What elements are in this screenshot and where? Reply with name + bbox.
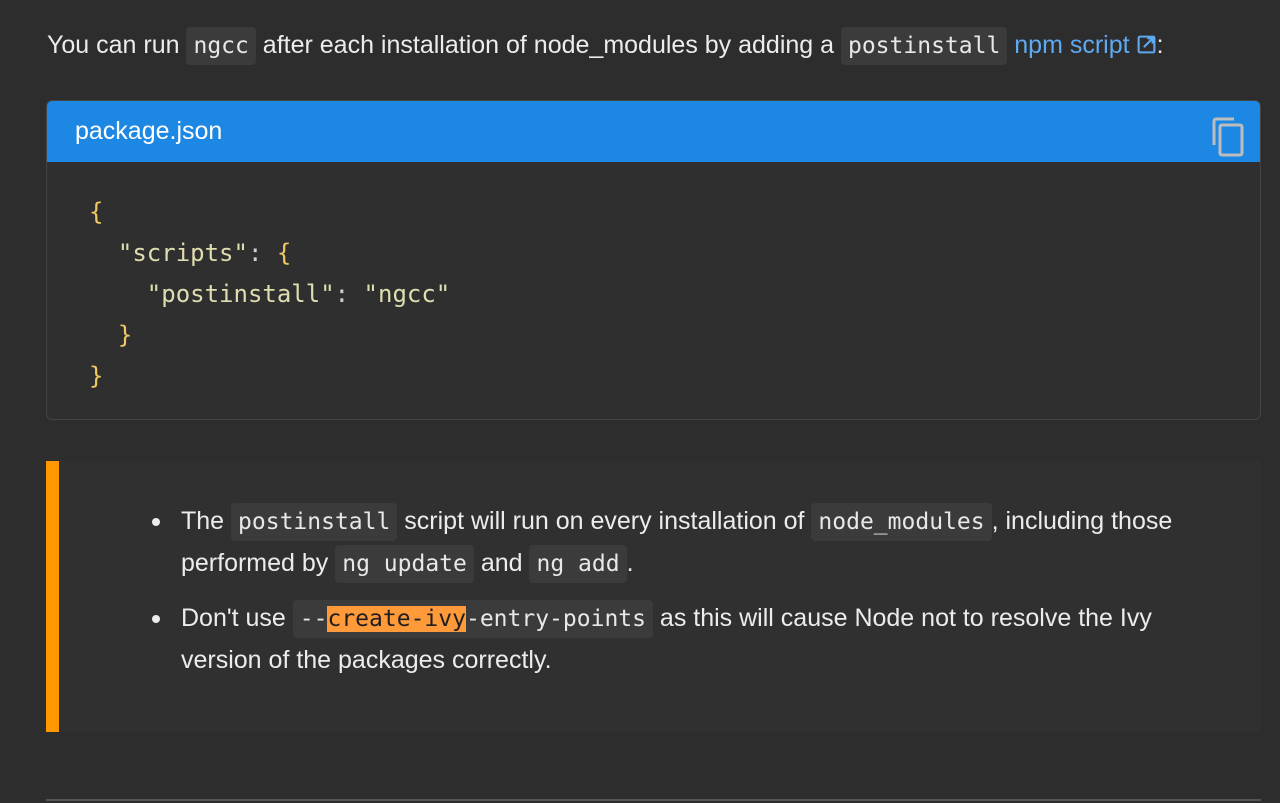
code-token: : xyxy=(334,280,364,308)
code-content[interactable]: { "scripts": { "postinstall": "ngcc" } } xyxy=(47,162,1260,397)
code-token: "scripts" xyxy=(117,239,248,267)
npm-script-link[interactable]: npm script xyxy=(1014,31,1156,59)
docs-page: You can run ngcc after each installation… xyxy=(0,0,1280,803)
code-token: { xyxy=(89,198,104,226)
inline-code-create-ivy-entry-points: --create-ivy-entry-points xyxy=(292,600,653,638)
list-item: The postinstall script will run on every… xyxy=(152,501,1201,585)
code-token: "ngcc" xyxy=(363,280,451,308)
code-fragment: -- xyxy=(299,606,328,632)
intro-text-2: after each installation of node_modules … xyxy=(255,31,841,59)
callout-list: The postinstall script will run on every… xyxy=(152,501,1201,694)
intro-text-1: You can run xyxy=(47,31,187,59)
code-token: } xyxy=(117,321,133,349)
callout-text: . xyxy=(626,549,634,577)
intro-text-3: : xyxy=(1156,31,1164,59)
inline-code-ngcc: ngcc xyxy=(186,27,256,65)
inline-code-ng-add: ng add xyxy=(529,545,627,583)
callout-text: The xyxy=(181,507,232,535)
callout-note: The postinstall script will run on every… xyxy=(46,461,1261,732)
code-filename-header: package.json xyxy=(47,101,1260,162)
copy-button[interactable] xyxy=(1208,115,1248,159)
code-fragment: -entry-points xyxy=(465,606,646,632)
section-divider xyxy=(46,799,1261,801)
code-token: "postinstall" xyxy=(146,280,335,308)
npm-script-link-label: npm script xyxy=(1014,31,1130,59)
inline-code-postinstall: postinstall xyxy=(840,27,1008,65)
code-token: { xyxy=(276,239,292,267)
callout-text: script will run on every installation of xyxy=(397,507,812,535)
code-example: package.json { "scripts": { "postinstall… xyxy=(46,100,1261,420)
code-token: : xyxy=(247,239,277,267)
inline-code-node-modules: node_modules xyxy=(811,503,992,541)
intro-paragraph: You can run ngcc after each installation… xyxy=(47,22,1260,69)
inline-code-postinstall: postinstall xyxy=(231,503,398,541)
code-token: } xyxy=(89,362,104,390)
search-highlight: create-ivy xyxy=(327,606,466,632)
callout-accent-bar xyxy=(46,461,59,732)
list-item: Don't use --create-ivy-entry-points as t… xyxy=(152,598,1201,681)
callout-text: Don't use xyxy=(181,604,293,632)
inline-code-ng-update: ng update xyxy=(335,545,474,583)
copy-icon xyxy=(1212,117,1244,157)
external-link-icon xyxy=(1137,35,1156,54)
callout-text: and xyxy=(473,549,530,577)
